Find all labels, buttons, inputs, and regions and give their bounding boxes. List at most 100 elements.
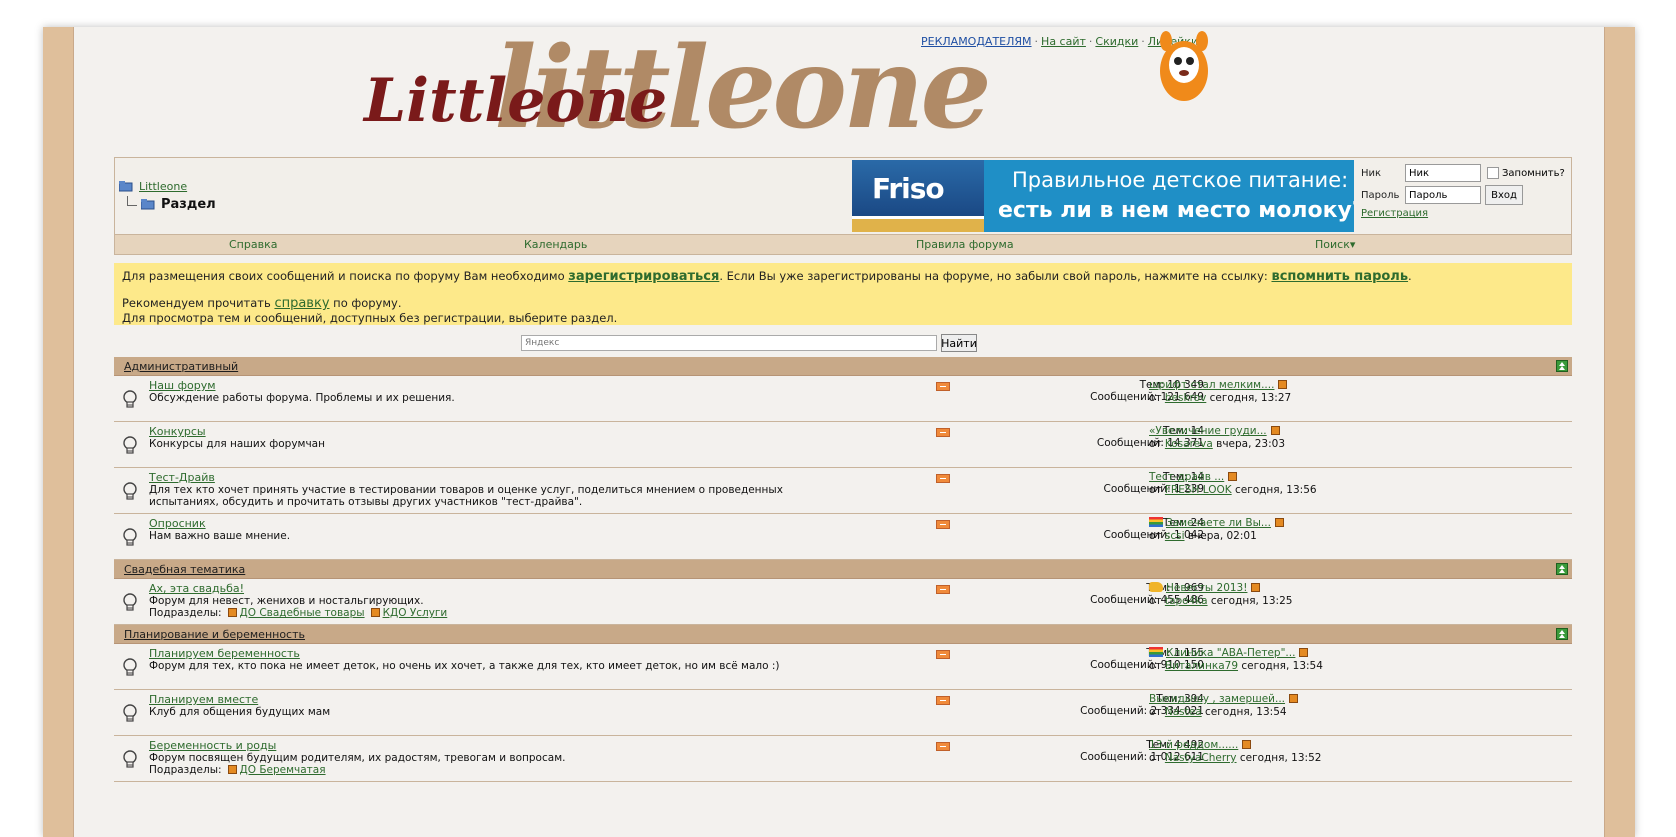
forum-name-link[interactable]: Тест-Драйв <box>149 471 215 484</box>
forum-description: Форум для невест, женихов и ностальгирую… <box>149 595 424 607</box>
go-to-post-icon[interactable] <box>1228 472 1238 481</box>
last-post: 13-й роддом...... от NastyaCherry сегодня… <box>1149 739 1322 764</box>
go-to-post-icon[interactable] <box>1278 380 1288 389</box>
category-title[interactable]: Свадебная тематика <box>124 563 245 576</box>
remember-checkbox[interactable] <box>1487 167 1499 179</box>
go-to-post-icon[interactable] <box>1242 740 1252 749</box>
page-content: РЕКЛАМОДАТЕЛЯМ · На сайт · Скидки · Линейки li… <box>73 27 1605 837</box>
forum-name-link[interactable]: Наш форум <box>149 379 216 392</box>
banner-line2: есть ли в нем место молоку? <box>998 198 1354 223</box>
forum-name-link[interactable]: Ах, эта свадьба! <box>149 582 244 595</box>
breadcrumb: Littleone Раздел <box>119 177 216 213</box>
nav-rules[interactable]: Правила форума <box>916 238 1014 251</box>
subforum-link[interactable]: ДО Свадебные товары <box>240 607 365 619</box>
help-notice-link[interactable]: справку <box>274 296 329 311</box>
subforum-icon <box>370 608 380 617</box>
chevron-down-icon: ▾ <box>1349 238 1356 251</box>
nav-search[interactable]: Поиск▾ <box>1315 238 1355 251</box>
last-post-link[interactable]: Тест-драйв ... <box>1149 471 1224 483</box>
category-header: Планирование и беременность <box>114 625 1572 644</box>
rss-icon[interactable] <box>936 696 950 705</box>
last-post-link[interactable]: Замечаете ли Вы... <box>1166 517 1271 529</box>
forum-name-link[interactable]: Планируем вместе <box>149 693 258 706</box>
lightbulb-icon <box>123 658 137 676</box>
rss-icon[interactable] <box>936 382 950 391</box>
nav-calendar[interactable]: Календарь <box>524 238 587 251</box>
last-post-user[interactable]: NastyaCherry <box>1165 752 1237 764</box>
forum-name-link[interactable]: Планируем беременность <box>149 647 300 660</box>
last-post-user[interactable]: beskrov <box>1165 392 1206 404</box>
register-link[interactable]: Регистрация <box>1361 208 1571 219</box>
forum-description: Нам важно ваше мнение. <box>149 530 291 542</box>
register-notice-link[interactable]: зарегистрироваться <box>568 269 719 284</box>
nick-input[interactable] <box>1405 164 1481 182</box>
remind-password-link[interactable]: вспомнить пароль <box>1271 269 1408 284</box>
rss-icon[interactable] <box>936 650 950 659</box>
nick-label: Ник <box>1361 167 1382 179</box>
lightbulb-icon <box>123 482 137 500</box>
category-header: Свадебная тематика <box>114 560 1572 579</box>
subforum-link[interactable]: КДО Услуги <box>383 607 448 619</box>
go-to-post-icon[interactable] <box>1274 518 1284 527</box>
forum-row: Опросник Нам важно ваше мнение. Тем: 24 Соо… <box>114 514 1572 560</box>
search-input[interactable] <box>521 335 937 351</box>
forum-name-link[interactable]: Беременность и роды <box>149 739 276 752</box>
go-to-post-icon[interactable] <box>1270 426 1280 435</box>
last-post-link[interactable]: шрифт стал мелким.... <box>1149 379 1274 391</box>
forum-row: Тест-Драйв Для тех кто хочет принять учас… <box>114 468 1572 514</box>
forum-name-link[interactable]: Опросник <box>149 517 206 530</box>
banner-line1: Правильное детское питание: <box>1012 168 1349 192</box>
last-post: Клиника "АВА-Петер"... от Виталинка79 сег… <box>1149 647 1323 672</box>
rss-icon[interactable] <box>936 428 950 437</box>
category-title[interactable]: Планирование и беременность <box>124 628 305 641</box>
category-title[interactable]: Административный <box>124 360 238 373</box>
last-post-user[interactable]: tapo4ka <box>1165 595 1208 607</box>
go-to-post-icon[interactable] <box>1299 648 1309 657</box>
lightbulb-icon <box>123 390 137 408</box>
last-post-link[interactable]: 13-й роддом...... <box>1149 739 1238 751</box>
last-post-link[interactable]: Клиника "АВА-Петер"... <box>1166 647 1295 659</box>
password-input[interactable] <box>1405 186 1481 204</box>
rss-icon[interactable] <box>936 585 950 594</box>
friso-banner[interactable]: Friso Правильное детское питание: есть л… <box>852 160 1354 232</box>
password-label: Пароль <box>1361 189 1400 201</box>
rss-icon[interactable] <box>936 520 950 529</box>
rss-icon[interactable] <box>936 474 950 483</box>
forum-name-link[interactable]: Конкурсы <box>149 425 206 438</box>
go-to-post-icon[interactable] <box>1251 583 1261 592</box>
last-post-link[interactable]: «Увеличение груди... <box>1149 425 1267 437</box>
forum-description: Форум для тех, кто пока не имеет деток, … <box>149 660 780 672</box>
page-title: Раздел <box>161 196 216 212</box>
nav-tabs: Справка Календарь Правила форума Поиск▾ <box>115 234 1571 254</box>
rss-icon[interactable] <box>936 742 950 751</box>
last-post-link[interactable]: Выкидышу , замершей... <box>1149 693 1285 705</box>
nav-help[interactable]: Справка <box>229 238 277 251</box>
login-button[interactable]: Вход <box>1485 185 1523 205</box>
forum-row: Конкурсы Конкурсы для наших форумчан Тем: … <box>114 422 1572 468</box>
site-logo[interactable]: littleone Littleone <box>354 27 1354 154</box>
last-post-user[interactable]: scsi <box>1165 530 1185 542</box>
folder-open-icon <box>141 199 155 210</box>
category-header: Административный <box>114 357 1572 376</box>
subforum-icon <box>227 765 237 774</box>
breadcrumb-root-link[interactable]: Littleone <box>139 180 187 193</box>
last-post-user[interactable]: Nastea <box>1165 706 1202 718</box>
search-button[interactable]: Найти <box>941 334 977 352</box>
last-post-link[interactable]: Невесты 2013! <box>1166 582 1247 594</box>
lightbulb-icon <box>123 750 137 768</box>
last-post-user[interactable]: Виталинка79 <box>1165 660 1238 672</box>
page-frame: РЕКЛАМОДАТЕЛЯМ · На сайт · Скидки · Линейки li… <box>43 27 1635 837</box>
collapse-icon[interactable] <box>1556 563 1568 575</box>
guest-notice: Для размещения своих сообщений и поиска … <box>114 263 1572 325</box>
collapse-icon[interactable] <box>1556 360 1568 372</box>
last-post: Выкидышу , замершей... от Nastea сегодня,… <box>1149 693 1299 718</box>
search-bar: Найти <box>521 334 977 352</box>
last-post-user[interactable]: FRESH LOOK <box>1165 484 1232 496</box>
subforum-link[interactable]: ДО Беремчатая <box>240 764 326 776</box>
collapse-icon[interactable] <box>1556 628 1568 640</box>
last-post-user[interactable]: Kosareva <box>1165 438 1213 450</box>
go-to-post-icon[interactable] <box>1289 694 1299 703</box>
forum-row: Наш форум Обсуждение работы форума. Пробл… <box>114 376 1572 422</box>
forum-row: Планируем вместе Клуб для общения будущих… <box>114 690 1572 736</box>
forum-description: Обсуждение работы форума. Проблемы и их … <box>149 392 455 404</box>
